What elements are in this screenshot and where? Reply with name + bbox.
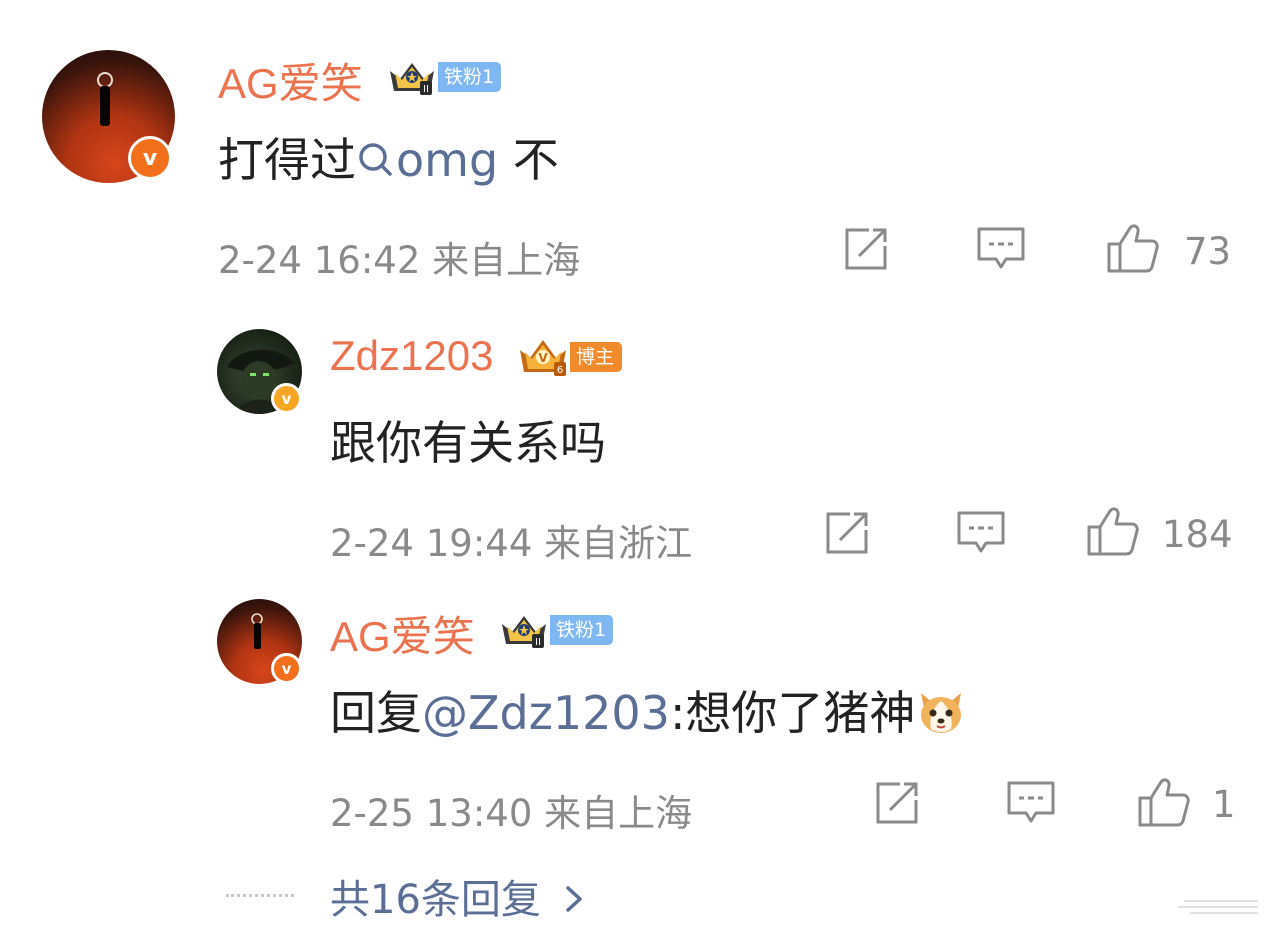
chevron-right-icon bbox=[565, 886, 582, 912]
like-count: 73 bbox=[1184, 230, 1232, 273]
more-replies-link[interactable]: 共16条回复 bbox=[330, 867, 586, 925]
like-count: 1 bbox=[1212, 783, 1236, 826]
like-icon[interactable] bbox=[1086, 505, 1140, 557]
timestamp: 2-24 16:42 bbox=[218, 239, 421, 282]
comment-text: 跟你有关系吗 bbox=[330, 416, 606, 470]
topic-link-text: omg bbox=[396, 133, 499, 187]
mention-link[interactable]: @Zdz1203 bbox=[422, 686, 670, 740]
location: 来自上海 bbox=[544, 792, 693, 835]
comment-icon[interactable] bbox=[1006, 780, 1056, 826]
topic-link[interactable]: omg bbox=[356, 133, 498, 187]
more-replies-label: 共16条回复 bbox=[330, 877, 541, 923]
timestamp: 2-24 19:44 bbox=[330, 522, 533, 565]
reply-prefix: 回复 bbox=[330, 686, 422, 740]
search-topic-icon bbox=[359, 143, 392, 176]
avatar[interactable]: v bbox=[217, 329, 302, 414]
fan-badge[interactable]: II 铁粉1 bbox=[498, 610, 614, 650]
like-count: 184 bbox=[1162, 513, 1233, 556]
avatar[interactable]: v bbox=[217, 599, 302, 684]
repost-icon[interactable] bbox=[874, 780, 922, 826]
comment-meta: 2-24 19:44 来自浙江 bbox=[330, 513, 692, 567]
fan-badge-label: 铁粉1 bbox=[550, 615, 614, 645]
svg-text:II: II bbox=[535, 637, 541, 648]
comment-text: 回复@Zdz1203:想你了猪神 bbox=[330, 677, 967, 743]
verified-v-icon: v bbox=[271, 383, 302, 414]
comment-text-suffix: 不 bbox=[498, 133, 559, 187]
comment-meta: 2-24 16:42 来自上海 bbox=[218, 230, 580, 284]
location: 来自浙江 bbox=[544, 522, 693, 565]
watermark-icon bbox=[1178, 900, 1258, 914]
host-badge[interactable]: V 6 博主 bbox=[516, 336, 623, 378]
comment-icon[interactable] bbox=[956, 510, 1006, 556]
fan-badge[interactable]: II 铁粉1 bbox=[386, 57, 502, 97]
verified-v-icon: v bbox=[271, 653, 302, 684]
location: 来自上海 bbox=[432, 239, 581, 282]
host-badge-label: 博主 bbox=[570, 342, 623, 372]
comment-text-prefix: 打得过 bbox=[218, 133, 356, 187]
dog-emoji-icon bbox=[921, 693, 962, 733]
comment-icon[interactable] bbox=[976, 226, 1026, 272]
like-icon[interactable] bbox=[1137, 776, 1191, 828]
repost-icon[interactable] bbox=[843, 226, 891, 272]
crown-icon: V 6 bbox=[520, 340, 566, 376]
dotted-divider bbox=[226, 894, 294, 897]
crown-icon: II bbox=[502, 616, 546, 648]
username[interactable]: Zdz1203 bbox=[330, 332, 493, 380]
svg-text:6: 6 bbox=[557, 365, 563, 376]
crown-icon: II bbox=[390, 63, 434, 95]
timestamp: 2-25 13:40 bbox=[330, 792, 533, 835]
fan-badge-label: 铁粉1 bbox=[438, 62, 502, 92]
repost-icon[interactable] bbox=[824, 510, 872, 556]
username[interactable]: AG爱笑 bbox=[218, 50, 363, 111]
avatar[interactable]: v bbox=[42, 50, 175, 183]
svg-text:V: V bbox=[538, 351, 548, 365]
reply-text: :想你了猪神 bbox=[669, 686, 916, 740]
comment-text: 打得过 omg 不 bbox=[218, 124, 559, 190]
svg-text:II: II bbox=[423, 84, 429, 95]
comment-meta: 2-25 13:40 来自上海 bbox=[330, 783, 692, 837]
like-icon[interactable] bbox=[1106, 222, 1160, 274]
verified-v-icon: v bbox=[128, 136, 172, 180]
username[interactable]: AG爱笑 bbox=[330, 603, 475, 664]
